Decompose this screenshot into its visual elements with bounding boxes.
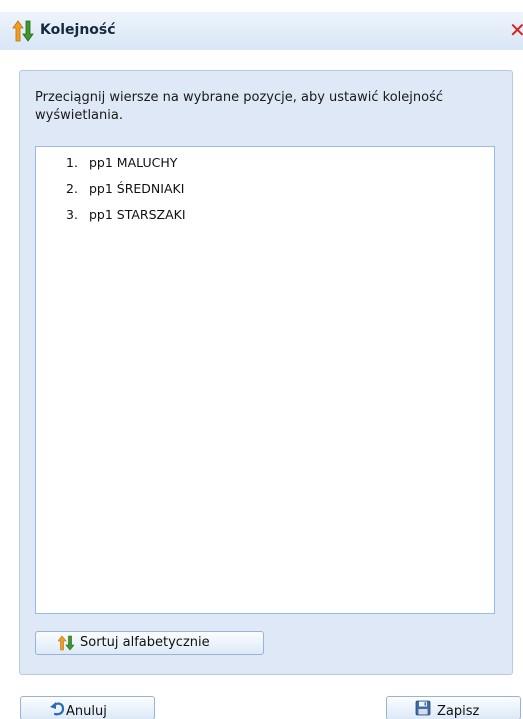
- dialog-title: Kolejność: [40, 22, 116, 38]
- list-item-number: 3.: [66, 207, 78, 222]
- cancel-button[interactable]: Anuluj: [20, 696, 155, 719]
- reorder-arrows-icon: [12, 20, 34, 42]
- order-list[interactable]: 1. pp1 MALUCHY 2. pp1 ŚREDNIAKI 3. pp1 S…: [35, 146, 495, 614]
- sort-icon: [57, 635, 75, 651]
- close-icon: ✕: [509, 18, 523, 42]
- list-item[interactable]: 3. pp1 STARSZAKI: [66, 205, 186, 225]
- list-item[interactable]: 1. pp1 MALUCHY: [66, 153, 177, 173]
- undo-icon: [49, 700, 65, 716]
- save-button[interactable]: Zapisz: [386, 696, 521, 719]
- close-button[interactable]: ✕: [509, 18, 523, 42]
- list-item-label: pp1 MALUCHY: [88, 155, 178, 170]
- content-panel: Przeciągnij wiersze na wybrane pozycje, …: [19, 70, 513, 675]
- list-item-label: pp1 ŚREDNIAKI: [88, 181, 185, 196]
- cancel-button-label: Anuluj: [66, 704, 107, 719]
- instructions-text: Przeciągnij wiersze na wybrane pozycje, …: [35, 90, 444, 123]
- sort-alphabetically-button[interactable]: Sortuj alfabetycznie: [35, 631, 264, 655]
- list-item-label: pp1 STARSZAKI: [88, 207, 186, 222]
- list-item[interactable]: 2. pp1 ŚREDNIAKI: [66, 179, 184, 199]
- list-item-number: 1.: [66, 155, 78, 170]
- sort-button-label: Sortuj alfabetycznie: [80, 635, 210, 650]
- save-button-label: Zapisz: [437, 704, 480, 719]
- floppy-disk-icon: [415, 700, 431, 716]
- ordering-dialog: Kolejność ✕ Przeciągnij wiersze na wybra…: [0, 0, 523, 719]
- list-item-number: 2.: [66, 181, 78, 196]
- dialog-titlebar[interactable]: Kolejność ✕: [0, 12, 523, 50]
